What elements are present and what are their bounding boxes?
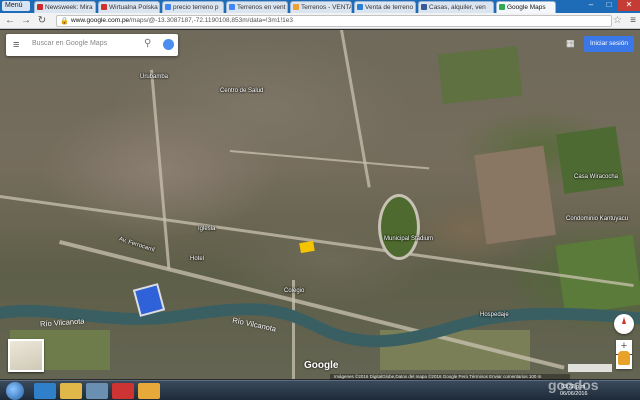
pegman-icon[interactable]	[618, 351, 630, 365]
tab-favicon-icon	[421, 4, 427, 10]
maps-menu-icon[interactable]: ≡	[13, 39, 19, 51]
browser-tab[interactable]: precio terreno p	[162, 1, 224, 13]
bookmark-star-icon[interactable]: ☆	[613, 15, 622, 27]
tab-favicon-icon	[37, 4, 43, 10]
stadium-label[interactable]: Municipal Stadium	[384, 236, 433, 242]
maximize-button[interactable]: □	[600, 0, 618, 11]
tab-label: Terrenos en vent	[237, 4, 286, 11]
tab-label: Wirtualna Polska	[109, 4, 158, 11]
tab-favicon-icon	[357, 4, 363, 10]
urubamba-label[interactable]: Urubamba	[140, 74, 168, 80]
tab-label: precio terreno p	[173, 4, 219, 11]
tab-label: Venta de terreno	[365, 4, 414, 11]
iglesia-label[interactable]: Iglesia	[198, 226, 215, 232]
river	[0, 303, 640, 348]
hotel-label[interactable]: Hotel	[190, 256, 204, 262]
google-logo: Google	[304, 360, 339, 371]
chrome-menu-icon[interactable]: ≡	[630, 15, 636, 27]
browser-toolbar: ← → ↻ 🔒 www.google.com.pe/maps/@-13.3087…	[0, 13, 640, 29]
maps-search-box[interactable]: ≡ Buscar en Google Maps ⚲	[6, 34, 178, 56]
colegio-label[interactable]: Colegio	[284, 288, 304, 294]
ie-icon[interactable]	[34, 383, 56, 399]
tab-favicon-icon	[293, 4, 299, 10]
search-icon[interactable]: ⚲	[144, 38, 151, 49]
tab-label: Newsweek: Mira	[45, 4, 93, 11]
browser-menu-button[interactable]: Menú	[2, 1, 30, 11]
opera-icon[interactable]	[112, 383, 134, 399]
tab-favicon-icon	[229, 4, 235, 10]
tab-label: Terrenos - VENTA	[301, 4, 352, 11]
directions-icon[interactable]	[163, 39, 174, 50]
files-icon[interactable]	[138, 383, 160, 399]
browser-tab[interactable]: Terrenos en vent	[226, 1, 288, 13]
farm-field	[556, 126, 624, 194]
browser-tab[interactable]: Google Maps	[496, 1, 556, 13]
browser-tab[interactable]: Wirtualna Polska	[98, 1, 160, 13]
hospedaje-label[interactable]: Hospedaje	[480, 312, 509, 318]
road	[229, 150, 430, 170]
windows-taskbar: 03:22 p.m. 06/06/2016	[0, 380, 640, 400]
browser-tab[interactable]: Casas, alquiler, ven	[418, 1, 494, 13]
tab-favicon-icon	[499, 4, 505, 10]
minimize-button[interactable]: –	[582, 0, 600, 11]
reload-icon[interactable]: ↻	[36, 15, 48, 27]
address-bar[interactable]: 🔒 www.google.com.pe/maps/@-13.3087187,-7…	[56, 15, 612, 27]
browser-tab[interactable]: Venta de terreno	[354, 1, 416, 13]
watermark: goodos	[548, 377, 599, 393]
apps-grid-icon[interactable]: ▦	[566, 38, 575, 49]
location-marker[interactable]	[299, 240, 315, 254]
tab-label: Casas, alquiler, ven	[429, 4, 486, 11]
road	[150, 69, 171, 270]
map-scale-control	[568, 364, 612, 372]
casa-wiracocha-label[interactable]: Casa Wiracocha	[574, 174, 618, 180]
farm-field	[437, 45, 523, 105]
browser-tab-strip: Menú Newsweek: Mira Wirtualna Polska preci…	[0, 0, 640, 13]
map-layers-toggle[interactable]	[8, 339, 44, 372]
media-player-icon[interactable]	[86, 383, 108, 399]
stadium[interactable]	[378, 194, 420, 260]
farm-field	[474, 145, 556, 245]
condominio-label[interactable]: Condominio Kantuyacu	[566, 216, 628, 222]
av-ferrocarril-label[interactable]: Av. Ferrocarril	[118, 236, 155, 253]
tab-label: Google Maps	[507, 4, 546, 11]
window-controls: – □ ✕	[582, 0, 640, 11]
search-input[interactable]: Buscar en Google Maps	[32, 40, 107, 47]
compass-icon[interactable]	[614, 314, 634, 334]
centro-salud-label[interactable]: Centro de Salud	[220, 88, 263, 94]
back-arrow-icon[interactable]: ←	[4, 15, 16, 27]
close-button[interactable]: ✕	[618, 0, 640, 11]
tab-favicon-icon	[165, 4, 171, 10]
folder-icon[interactable]	[60, 383, 82, 399]
satellite-map[interactable]: Río Vilcanota Río Vilcanota Casa Wiracocha…	[0, 30, 640, 379]
forward-arrow-icon[interactable]: →	[20, 15, 32, 27]
sign-in-button[interactable]: Iniciar sesión	[584, 36, 634, 52]
lock-icon: 🔒	[60, 18, 69, 25]
browser-tab[interactable]: Terrenos - VENTA	[290, 1, 352, 13]
start-button[interactable]	[6, 382, 24, 400]
url-path: /maps/@-13.3087187,-72.1190108,853m/data…	[129, 17, 294, 24]
tab-favicon-icon	[101, 4, 107, 10]
browser-tab[interactable]: Newsweek: Mira	[34, 1, 96, 13]
url-host: www.google.com.pe	[71, 17, 130, 24]
